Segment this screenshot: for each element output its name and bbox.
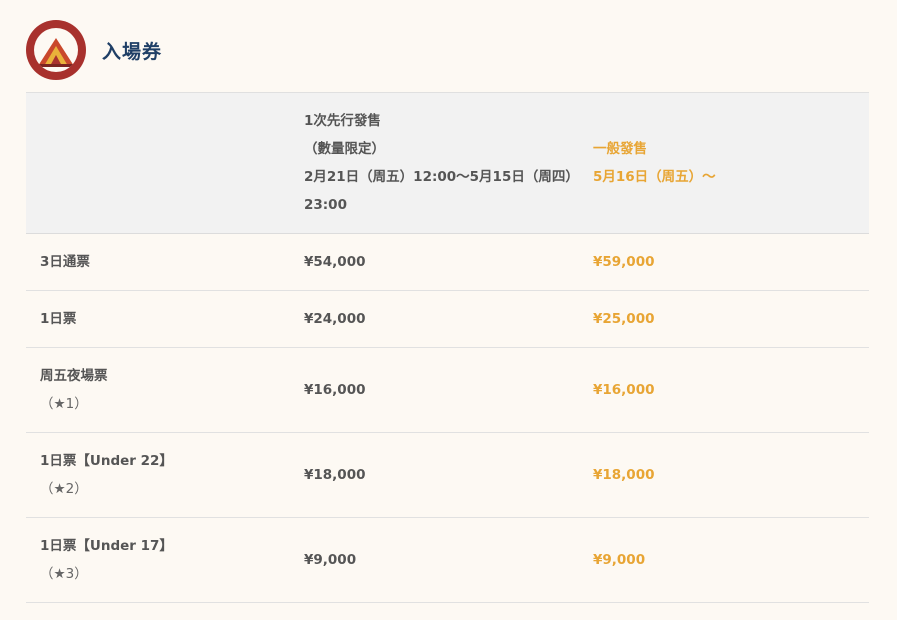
general-price: ¥25,000: [579, 290, 869, 348]
table-row: 周五夜場票 （★1） ¥16,000 ¥16,000: [26, 347, 869, 433]
presale-price: ¥9,000: [290, 517, 579, 603]
ticket-note: （★1）: [40, 396, 88, 412]
header-presale: 1次先行發售 （數量限定） 2月21日（周五）12:00〜5月15日（周四）23…: [290, 92, 579, 234]
section-header: 入場券: [26, 20, 162, 80]
general-price: ¥18,000: [579, 432, 869, 518]
table-row: 1日票 ¥24,000 ¥25,000: [26, 290, 869, 348]
ticket-name: 3日通票: [26, 233, 290, 291]
page-title: 入場券: [102, 40, 163, 63]
general-price: ¥59,000: [579, 233, 869, 291]
ticket-name: 1日票【Under 22】 （★2）: [26, 432, 290, 518]
general-price: ¥9,000: [579, 517, 869, 603]
presale-price: ¥24,000: [290, 290, 579, 348]
festival-mountain-logo-icon: [26, 20, 86, 80]
ticket-name: 1日票: [26, 290, 290, 348]
table-header-row: 1次先行發售 （數量限定） 2月21日（周五）12:00〜5月15日（周四）23…: [26, 92, 869, 234]
header-general-sale: 一般發售 5月16日（周五）〜: [579, 92, 869, 234]
table-row: 3日通票 ¥54,000 ¥59,000: [26, 233, 869, 291]
presale-price: ¥18,000: [290, 432, 579, 518]
presale-price: ¥16,000: [290, 347, 579, 433]
header-ticket-type: [26, 92, 290, 234]
ticket-price-table: 1次先行發售 （數量限定） 2月21日（周五）12:00〜5月15日（周四）23…: [26, 92, 869, 603]
general-price: ¥16,000: [579, 347, 869, 433]
table-row: 1日票【Under 17】 （★3） ¥9,000 ¥9,000: [26, 517, 869, 603]
ticket-name: 周五夜場票 （★1）: [26, 347, 290, 433]
ticket-name: 1日票【Under 17】 （★3）: [26, 517, 290, 603]
table-row: 1日票【Under 22】 （★2） ¥18,000 ¥18,000: [26, 432, 869, 518]
ticket-note: （★3）: [40, 566, 88, 582]
presale-price: ¥54,000: [290, 233, 579, 291]
ticket-note: （★2）: [40, 481, 88, 497]
